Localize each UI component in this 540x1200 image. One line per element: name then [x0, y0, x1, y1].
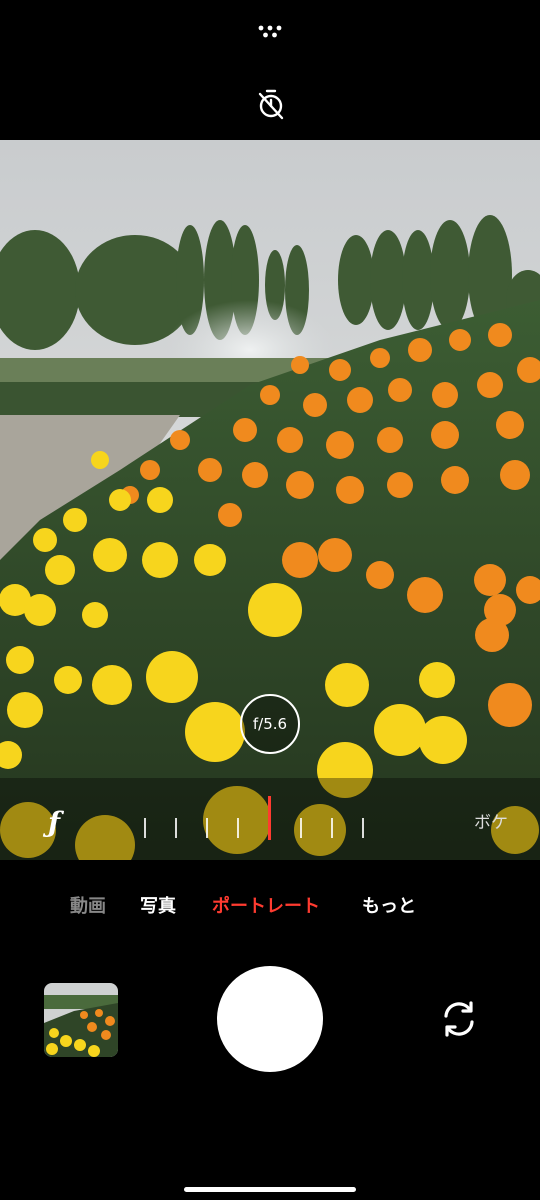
mode-photo[interactable]: 写真	[140, 892, 176, 918]
timer-off-icon[interactable]	[255, 88, 287, 120]
bokeh-label: ボケ	[474, 813, 508, 833]
ruler-selected-indicator[interactable]	[268, 796, 271, 840]
aperture-f-icon: ƒ	[48, 806, 61, 839]
ruler-tick	[144, 818, 146, 838]
ruler-tick	[175, 818, 177, 838]
ruler-tick	[206, 818, 208, 838]
aperture-value: f/5.6	[252, 715, 288, 733]
ruler-tick	[237, 818, 239, 838]
ruler-tick	[331, 818, 333, 838]
gallery-thumbnail[interactable]	[44, 983, 118, 1057]
more-options-icon[interactable]	[255, 22, 285, 44]
mode-selector: 動画 写真 ポートレート もっと	[0, 892, 540, 932]
shutter-button[interactable]	[217, 966, 323, 1072]
mode-portrait[interactable]: ポートレート	[212, 892, 320, 918]
switch-camera-icon[interactable]	[438, 998, 480, 1040]
mode-more[interactable]: もっと	[362, 892, 416, 918]
mode-video[interactable]: 動画	[70, 892, 106, 918]
ruler-tick	[300, 818, 302, 838]
ruler-tick	[362, 818, 364, 838]
aperture-value-badge[interactable]: f/5.6	[240, 694, 300, 754]
home-indicator[interactable]	[184, 1187, 356, 1192]
